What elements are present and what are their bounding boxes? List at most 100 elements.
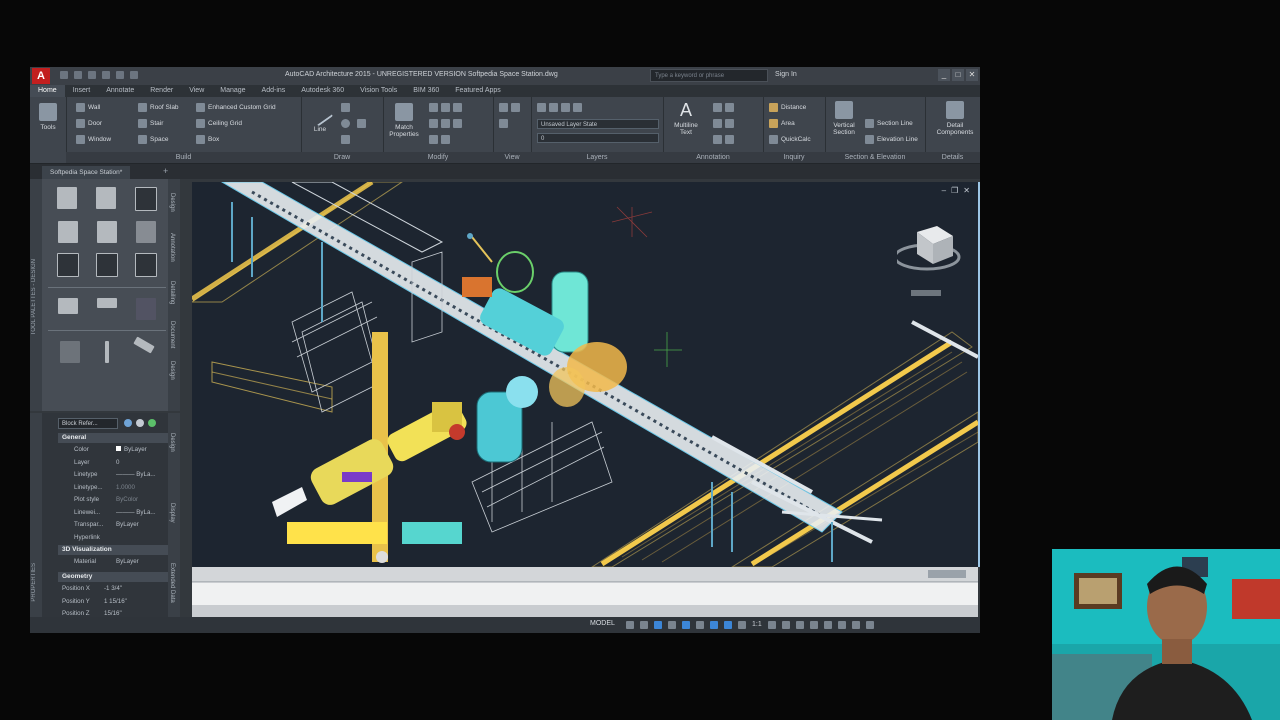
draw-panel-title[interactable]: Draw: [301, 152, 383, 163]
pickadd-icon[interactable]: [136, 419, 144, 427]
column-tool-icon[interactable]: [104, 341, 109, 363]
layer-tools[interactable]: [537, 103, 582, 112]
structural-member-tool-icon[interactable]: [136, 298, 157, 320]
polar-tracking-icon[interactable]: [668, 621, 676, 629]
ceiling-grid-button[interactable]: Ceiling Grid: [196, 119, 242, 128]
tab-design-2[interactable]: Design: [169, 361, 175, 380]
snap-mode-icon[interactable]: [640, 621, 648, 629]
command-input[interactable]: [192, 583, 978, 605]
window-assembly-tool-icon[interactable]: [135, 253, 158, 277]
minimize-button[interactable]: _: [938, 69, 950, 81]
elevation-offset-icon[interactable]: [809, 621, 818, 629]
properties-strip[interactable]: PROPERTIES: [30, 413, 42, 633]
details-panel-title[interactable]: Details: [925, 152, 980, 163]
viewcube-icon[interactable]: [897, 222, 967, 302]
select-objects-icon[interactable]: [148, 419, 156, 427]
section-elevation-panel-title[interactable]: Section & Elevation: [825, 152, 925, 163]
new-icon[interactable]: [60, 71, 68, 79]
object-type-dropdown[interactable]: Block Refer...: [58, 418, 118, 429]
area-button[interactable]: Area: [769, 119, 795, 128]
trim-button[interactable]: [429, 119, 462, 128]
curtain-wall-tool-icon[interactable]: [95, 187, 116, 209]
space-button[interactable]: Space: [138, 135, 168, 144]
enhanced-custom-grid-button[interactable]: Enhanced Custom Grid: [196, 103, 276, 112]
circle-button[interactable]: [341, 119, 350, 128]
inquiry-panel-title[interactable]: Inquiry: [763, 152, 825, 163]
wall-button[interactable]: Wall: [76, 103, 100, 112]
tab-home[interactable]: Home: [30, 85, 65, 97]
tab-annotation[interactable]: Annotation: [169, 233, 175, 262]
view-tools-button[interactable]: [499, 103, 520, 112]
layer-state-dropdown[interactable]: Unsaved Layer State: [537, 119, 659, 129]
workspace-switching-icon[interactable]: [767, 621, 776, 629]
redo-icon[interactable]: [130, 71, 138, 79]
clean-screen-icon[interactable]: [851, 621, 860, 629]
tab-properties-extended-data[interactable]: Extended Data: [169, 563, 175, 603]
hardware-acceleration-icon[interactable]: [837, 621, 846, 629]
maximize-button[interactable]: □: [952, 69, 964, 81]
multiline-text-button[interactable]: A Multiline Text: [669, 101, 703, 136]
tab-detailing[interactable]: Detailing: [169, 281, 175, 304]
railing-tool-icon[interactable]: [136, 221, 157, 243]
vertical-section-button[interactable]: Vertical Section: [827, 101, 861, 136]
line-button[interactable]: Line: [303, 99, 337, 133]
search-input[interactable]: Type a keyword or phrase: [650, 69, 768, 82]
tab-vision-tools[interactable]: Vision Tools: [352, 85, 405, 97]
distance-button[interactable]: Distance: [769, 103, 806, 112]
property-row-plot-style[interactable]: Plot style ByColor: [58, 494, 168, 507]
file-tab[interactable]: Softpedia Space Station*: [42, 166, 131, 179]
3d-visualization-section-header[interactable]: 3D Visualization: [58, 545, 168, 555]
tab-autodesk-360[interactable]: Autodesk 360: [293, 85, 352, 97]
window-tool-icon[interactable]: [56, 253, 79, 277]
annotation-visibility-icon[interactable]: [724, 621, 732, 629]
application-menu-button[interactable]: A: [32, 68, 50, 84]
undo-icon[interactable]: [116, 71, 124, 79]
tab-render[interactable]: Render: [142, 85, 181, 97]
annotation-scale[interactable]: 1:1: [752, 621, 762, 629]
property-row-linetype[interactable]: Linetype ——— ByLa...: [58, 469, 168, 482]
keynote-button[interactable]: [713, 135, 734, 144]
geometry-section-header[interactable]: Geometry: [58, 572, 168, 582]
door-button[interactable]: Door: [76, 119, 102, 128]
wall-tool-icon[interactable]: [57, 187, 78, 209]
tool-palette-strip[interactable]: TOOL PALETTES - DESIGN: [30, 179, 42, 411]
dimension-button[interactable]: [713, 103, 734, 112]
command-line-options-icon[interactable]: [928, 570, 966, 578]
space-station-model[interactable]: [192, 182, 978, 567]
viewport-minimize-icon[interactable]: –: [942, 186, 946, 195]
modify-panel-title[interactable]: Modify: [383, 152, 493, 163]
property-row-position-x[interactable]: Position X -1 3/4": [58, 583, 168, 596]
build-panel-title[interactable]: Build: [66, 152, 301, 163]
new-tab-icon[interactable]: +: [163, 166, 168, 176]
plot-icon[interactable]: [102, 71, 110, 79]
ortho-mode-icon[interactable]: [654, 621, 662, 629]
tab-manage[interactable]: Manage: [212, 85, 253, 97]
slab-tool-icon[interactable]: [57, 298, 78, 314]
autoscale-icon[interactable]: [738, 621, 746, 629]
annotation-monitor-icon[interactable]: [795, 621, 804, 629]
property-row-layer[interactable]: Layer 0: [58, 457, 168, 470]
annotation-panel-title[interactable]: Annotation: [663, 152, 763, 163]
tab-view[interactable]: View: [181, 85, 212, 97]
rectangle-button[interactable]: [341, 135, 350, 144]
quickcalc-button[interactable]: QuickCalc: [769, 135, 811, 144]
property-row-material[interactable]: Material ByLayer: [58, 556, 168, 569]
quick-select-icon[interactable]: [124, 419, 132, 427]
door-tool-icon[interactable]: [134, 187, 157, 211]
customization-icon[interactable]: [865, 621, 874, 629]
add-icon[interactable]: [781, 621, 790, 629]
isodraft-icon[interactable]: [682, 621, 690, 629]
visual-style-button[interactable]: [499, 119, 508, 128]
match-properties-button[interactable]: Match Properties: [387, 103, 421, 138]
property-row-position-y[interactable]: Position Y1 15/16": [58, 596, 168, 609]
section-line-button[interactable]: Section Line: [865, 119, 913, 128]
property-row-hyperlink[interactable]: Hyperlink: [58, 532, 168, 545]
drawing-viewport[interactable]: – ❐ ✕: [192, 182, 980, 567]
box-button[interactable]: Box: [196, 135, 219, 144]
stair-button[interactable]: Stair: [138, 119, 163, 128]
elevation-line-button[interactable]: Elevation Line: [865, 135, 918, 144]
tools-button[interactable]: Tools: [31, 103, 65, 131]
opening-tool-icon[interactable]: [57, 221, 78, 243]
polyline-button[interactable]: [341, 103, 350, 112]
property-row-transparency[interactable]: Transpar... ByLayer: [58, 519, 168, 532]
